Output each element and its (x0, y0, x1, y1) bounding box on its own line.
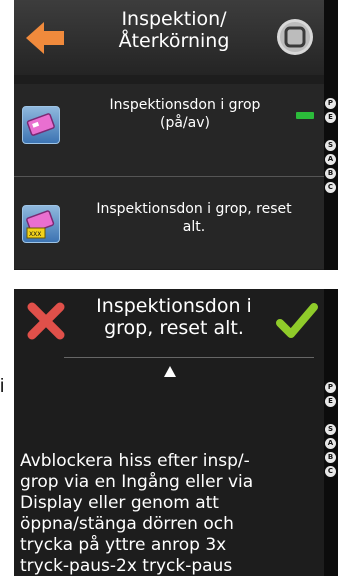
description-line: grop via en Ingång eller via (20, 472, 254, 492)
dialog-title-line2: grop, reset alt. (104, 317, 244, 339)
svg-text:XXX: XXX (29, 231, 41, 238)
menu-item-label-line1: Inspektionsdon i grop (109, 97, 261, 113)
checkmark-icon[interactable] (276, 301, 318, 341)
toggle-on-indicator[interactable] (296, 112, 314, 119)
dialog-screen: Inspektionsdon i grop, reset alt. Avbloc… (14, 289, 338, 576)
page-title-line2: Återkörning (118, 30, 230, 52)
description-line: Avblockera hiss efter insp/- (20, 451, 250, 471)
dialog-title: Inspektionsdon i grop, reset alt. (84, 295, 264, 339)
side-icon-strip: P E S A B C (324, 289, 338, 576)
side-icon-strip: P E S A B C (324, 0, 338, 270)
menu-item-label-line2: (på/av) (160, 115, 210, 131)
side-icon-b: B (325, 452, 336, 463)
menu-item-label: Inspektionsdon i grop, reset alt. (64, 200, 324, 236)
side-icon-s: S (325, 140, 336, 151)
cross-icon[interactable] (26, 301, 66, 341)
inspection-device-reset-icon: XXX (22, 205, 60, 243)
side-icon-e: E (325, 112, 336, 123)
side-icon-c: C (325, 182, 336, 193)
side-icon-s: S (325, 424, 336, 435)
header-bar: Inspektion/ Återkörning (14, 0, 324, 75)
menu-item-inspection-reset[interactable]: XXX Inspektionsdon i grop, reset alt. (14, 177, 324, 269)
menu-item-label: Inspektionsdon i grop (på/av) (70, 96, 300, 132)
inspection-device-icon (22, 106, 60, 144)
dialog-title-line1: Inspektionsdon i (96, 295, 252, 317)
description-line: tryck-paus-2x tryck-paus (20, 556, 233, 576)
menu-item-label-line1: Inspektionsdon i grop, reset (96, 201, 292, 217)
side-icon-b: B (325, 168, 336, 179)
side-icon-p: P (325, 382, 336, 393)
description-line: Display eller genom att (20, 493, 219, 513)
menu-item-inspection-toggle[interactable]: Inspektionsdon i grop (på/av) (14, 84, 324, 176)
side-icon-a: A (325, 154, 336, 165)
side-icon-c: C (325, 466, 336, 477)
menu-screen: Inspektion/ Återkörning Inspektionsdon i… (14, 0, 338, 270)
side-icon-p: P (325, 98, 336, 109)
side-icon-a: A (325, 438, 336, 449)
page-title-line1: Inspektion/ (121, 8, 227, 30)
separator-line (64, 357, 314, 358)
dialog-description: Avblockera hiss efter insp/- grop via en… (20, 451, 320, 576)
side-icon-e: E (325, 396, 336, 407)
stop-square-icon[interactable] (276, 18, 314, 56)
menu-item-label-line2: alt. (182, 219, 206, 235)
back-arrow-icon[interactable] (26, 22, 66, 54)
page-title: Inspektion/ Återkörning (84, 8, 264, 52)
description-line: öppna/stänga dörren och (20, 514, 234, 534)
description-line: trycka på yttre anrop 3x (20, 535, 227, 555)
scroll-up-arrow-icon[interactable] (164, 366, 176, 377)
page-letter: i (0, 376, 5, 397)
